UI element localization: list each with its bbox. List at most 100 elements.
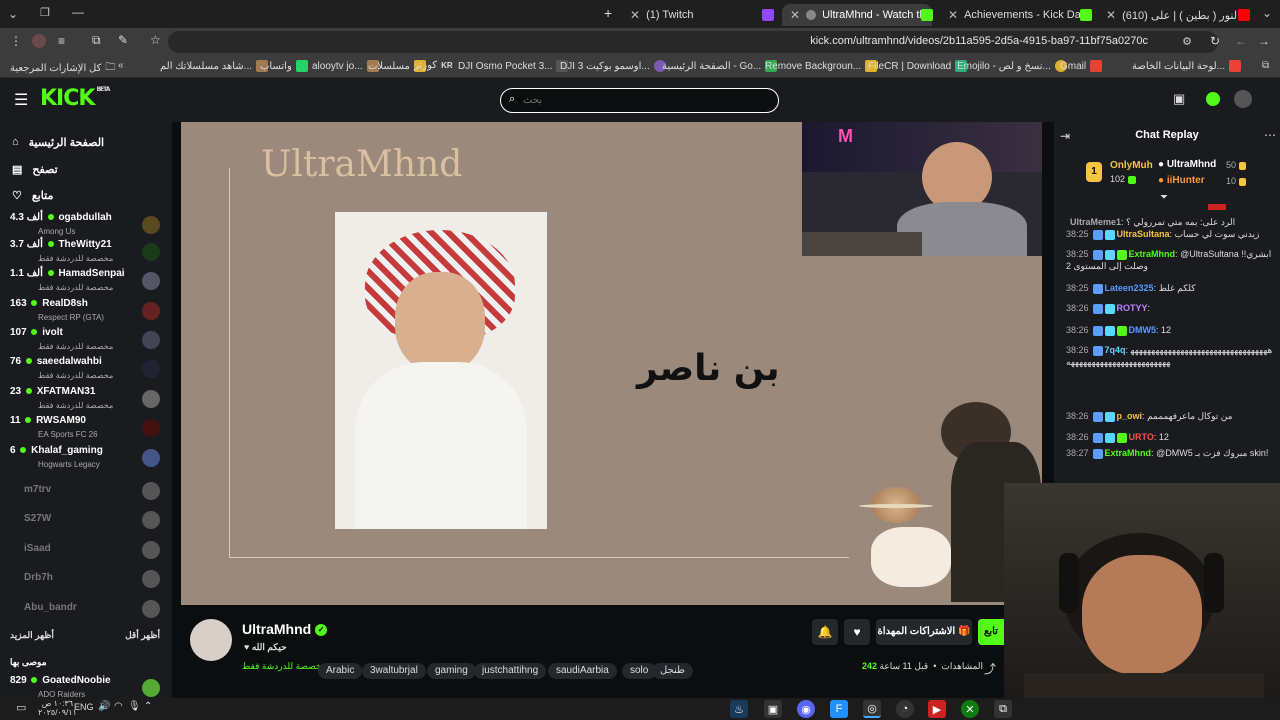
bookmark-item[interactable]: واتساب [260,60,308,72]
bookmark-all[interactable]: كل الإشارات المرجعية 🗀 [10,60,115,77]
sidebar-item-hamadsenpai[interactable]: 1.1 ألف HamadSenpai مخصصة للدردشة فقط [10,268,160,296]
chat-username[interactable]: 7q4q [1105,345,1126,355]
more-options-icon[interactable]: ⋯ [1264,128,1276,142]
chat-username[interactable]: ExtraMhnd [1105,448,1152,458]
nav-browse[interactable]: ▤ تصفح [12,159,58,179]
sidebar-item-isaad[interactable]: iSaad [10,537,160,565]
sidebar-item-s27w[interactable]: S27W [10,507,160,535]
tab-search-icon[interactable]: ⌄ [8,7,18,21]
bookmark-item[interactable]: الصفحة الرئيسية - Go... [662,60,778,72]
chat-username[interactable]: p_owi [1117,411,1143,421]
new-tab-icon[interactable]: + [604,5,612,21]
sidebar-item-ogabdullah[interactable]: 4.3 ألف ogabdullah Among Us [10,212,160,240]
back-icon[interactable]: → [1258,34,1270,48]
chat-username[interactable]: UltraMeme1 [1070,217,1121,227]
chrome-icon[interactable]: ◎ [863,700,881,718]
sidebar-item-saeedalwahbi[interactable]: 76 saeedalwahbi مخصصة للدردشة فقط [10,356,160,384]
address-bar[interactable]: kick.com/ultramhnd/videos/2b11a595-2d5a-… [168,31,1218,53]
minimize-icon[interactable]: — [72,5,84,19]
tab-kick-dashboard[interactable]: ✕ Achievements - Kick Dashboard [940,4,1080,26]
kick-rewards-icon[interactable] [1206,92,1220,106]
menu-icon[interactable]: ⋮ [10,34,22,48]
sidebar-item-thewitty21[interactable]: 3.7 ألف TheWitty21 مخصصة للدردشة فقط [10,239,160,267]
chevron-down-icon[interactable]: ⌄ [1262,6,1272,20]
discord-icon[interactable]: ◉ [797,700,815,718]
sidebar-item-abu_bandr[interactable]: Abu_bandr [10,596,160,624]
share-icon[interactable]: ⤴ [984,660,996,677]
app-icon[interactable]: ◔ [896,700,914,718]
microphone-icon[interactable]: 🎙 [128,701,141,712]
profile-avatar[interactable] [32,34,46,48]
tag-1[interactable]: 3waltubrjal [362,663,426,679]
chevron-up-icon[interactable]: ⌃ [144,701,152,712]
theater-icon[interactable]: ▣ [1173,91,1185,107]
search-input[interactable] [523,92,763,109]
chat-username[interactable]: ROTYY [1117,303,1148,313]
bookmark-item[interactable]: شاهد مسلسلاتك الم... [160,60,269,72]
hamburger-menu-icon[interactable]: ☰ [14,90,28,110]
site-settings-icon[interactable]: ⚙ [1182,35,1192,48]
wifi-icon[interactable]: ◠ [114,701,123,712]
tag-0[interactable]: Arabic [318,663,363,679]
all-bookmarks-icon[interactable]: ⧉ [1262,60,1269,71]
channel-avatar[interactable] [190,619,232,661]
tag-3[interactable]: justchattihng [474,663,547,679]
bookmark-item[interactable]: Emojilo - نسخ و لص... [957,60,1067,72]
chat-username[interactable]: UltraSultana [1117,229,1170,239]
tag-2[interactable]: gaming [427,663,476,679]
chat-username[interactable]: ExtraMhnd [1129,249,1176,259]
language-indicator[interactable]: ENG [74,702,94,712]
close-icon[interactable]: ✕ [948,8,958,22]
top-gifter-name[interactable]: OnlyMuh [1110,160,1153,171]
bookmark-item[interactable]: FileCR | Download [868,60,968,72]
kick-logo[interactable]: KICK BETA [40,86,110,111]
notification-bell-button[interactable]: 🔔 [812,619,838,645]
expand-leaderboard-icon[interactable]: ⏷ [1160,192,1168,203]
close-icon[interactable]: ✕ [790,8,800,22]
capcut-icon[interactable]: ▣ [764,700,782,718]
app-icon[interactable]: ▶ [928,700,946,718]
category-link[interactable]: مخصصة للدردشة فقط [242,661,327,672]
app-icon[interactable]: ⧉ [994,700,1012,718]
steam-icon[interactable]: ♨ [730,700,748,718]
bookmark-item[interactable]: Remove Backgroun... [765,60,878,72]
bookmark-star-icon[interactable]: ☆ [150,33,161,47]
chevron-left-icon[interactable]: « [118,60,124,71]
follow-button[interactable]: تابع [978,619,1004,645]
tag-6[interactable]: طنجل [652,663,694,679]
sidebar-item-drb7h[interactable]: Drb7h [10,566,160,594]
tab-twitch[interactable]: ✕ (1) Twitch [622,4,758,26]
tab-groups-icon[interactable]: ≡ [58,34,65,48]
volume-icon[interactable]: 🔊 [98,701,110,712]
close-icon[interactable]: ✕ [630,8,640,22]
close-icon[interactable]: ✕ [1106,8,1116,22]
nav-following[interactable]: ♡ متابع [12,185,53,205]
restore-icon[interactable]: ❐ [40,6,50,19]
show-less-button[interactable]: أظهر أقل [125,630,160,641]
gift-subs-button[interactable]: الاشتراكات المهداة 🎁 [876,619,972,645]
video-player[interactable]: UltraMhnd بن ناصر M [181,122,1042,605]
sidebar-item-ivolt[interactable]: 107 ivolt مخصصة للدردشة فقط [10,327,160,355]
bookmark-item[interactable]: DJI اوسمو بوكيت 3... [560,60,666,72]
sidebar-item-rwsam90[interactable]: 11 RWSAM90 EA Sports FC 26 [10,415,160,443]
bookmark-item[interactable]: DJI Osmo Pocket 3... [458,60,569,72]
show-more-button[interactable]: أظهر المزيد [10,630,54,640]
clock[interactable]: ١٠:٣٦ ص ٢٠٢٥/٠٩/١١ [38,699,77,717]
channel-name[interactable]: UltraMhnd ✓ [242,621,328,637]
chat-username[interactable]: Lateen2325 [1105,283,1154,293]
chat-username[interactable]: DMW5 [1129,325,1157,335]
sidebar-item-reald8sh[interactable]: 163 RealD8sh Respect RP (GTA) [10,298,160,326]
bookmark-gmail[interactable]: Gmail [1060,60,1103,72]
gifter-row[interactable]: ● UltraMhnd [1158,159,1216,170]
sidebar-item-khalaf_gaming[interactable]: 6 Khalaf_gaming Hogwarts Legacy [10,445,160,473]
tab-youtube[interactable]: ✕ (610) عروسة النور ( بطين ) | على [1098,4,1238,26]
tag-4[interactable]: saudiAarbia [548,663,617,679]
tab-ultramhnd-vod[interactable]: ✕ UltraMhnd - Watch the VOD [782,4,932,26]
bookmark-item[interactable]: كورتر KR [414,60,453,71]
user-avatar[interactable] [1234,90,1252,108]
reload-icon[interactable]: ↻ [1210,34,1220,48]
sidebar-item-xfatman31[interactable]: 23 XFATMAN31 مخصصة للدردشة فقط [10,386,160,414]
gifter-row[interactable]: ● iiHunter [1158,175,1205,186]
puzzle-icon[interactable]: ✎ [118,33,128,47]
sidebar-item-m7trv[interactable]: m7trv [10,478,160,506]
